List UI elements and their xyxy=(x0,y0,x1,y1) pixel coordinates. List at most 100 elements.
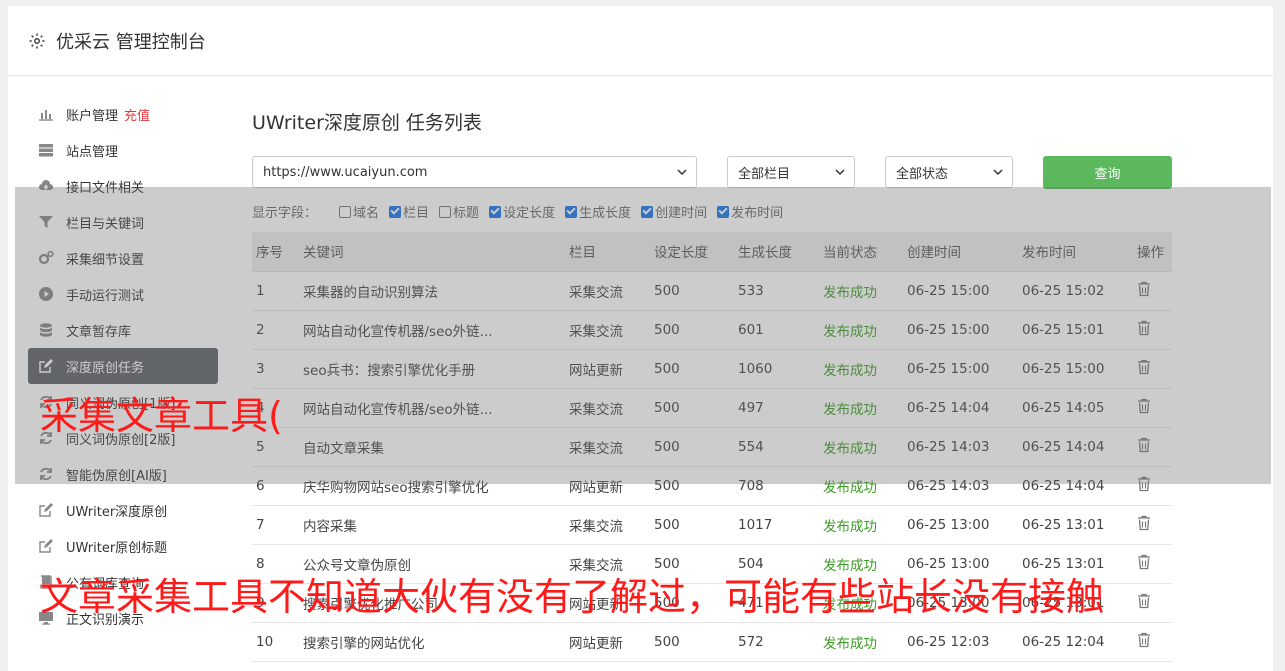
status-select[interactable]: 全部状态 xyxy=(885,156,1013,188)
checkbox-empty-icon[interactable] xyxy=(339,205,352,218)
table-cell: 06-25 14:03 xyxy=(903,427,1018,467)
trash-icon[interactable] xyxy=(1137,359,1151,379)
column-select[interactable]: 全部栏目 xyxy=(727,156,855,188)
sidebar-item-14[interactable]: 正文识别演示 xyxy=(28,600,218,636)
table-cell: 06-25 13:01 xyxy=(1018,583,1133,623)
table-cell: 6 xyxy=(252,466,299,506)
sidebar-item-5[interactable]: 手动运行测试 xyxy=(28,276,218,312)
checkbox-empty-icon[interactable] xyxy=(439,205,452,218)
delete-action[interactable] xyxy=(1133,427,1172,467)
table-cell: 601 xyxy=(734,310,819,350)
gears-icon xyxy=(38,250,54,266)
delete-action[interactable] xyxy=(1133,466,1172,506)
table-row: 1 采集器的自动识别算法 采集交流 500 533 发布成功 06-25 15:00 06-2… xyxy=(252,271,1172,311)
trash-icon[interactable] xyxy=(1137,398,1151,418)
field-checkbox[interactable]: 发布时间 xyxy=(717,202,783,221)
sidebar-item-label: 站点管理 xyxy=(66,144,119,160)
table-cell: 500 xyxy=(650,505,734,545)
sidebar-item-0[interactable]: 账户管理 充值 xyxy=(28,96,218,132)
table-cell: 06-25 13:01 xyxy=(1018,505,1133,545)
checkbox-checked-icon[interactable] xyxy=(389,205,402,218)
delete-action[interactable] xyxy=(1133,505,1172,545)
table-cell: 500 xyxy=(650,349,734,389)
table-cell: 500 xyxy=(650,388,734,428)
column-header: 创建时间 xyxy=(903,232,1018,272)
monitor-icon xyxy=(38,610,54,626)
delete-action[interactable] xyxy=(1133,583,1172,623)
field-checkbox[interactable]: 标题 xyxy=(439,202,479,221)
table-cell: 06-25 14:04 xyxy=(903,388,1018,428)
checkbox-checked-icon[interactable] xyxy=(717,205,730,218)
sidebar-item-3[interactable]: 栏目与关键词 xyxy=(28,204,218,240)
sidebar-item-label: 同义词伪原创[2版] xyxy=(66,432,176,448)
trash-icon[interactable] xyxy=(1137,554,1151,574)
edit-icon xyxy=(38,358,54,374)
field-checkbox-label: 创建时间 xyxy=(655,206,708,221)
trash-icon[interactable] xyxy=(1137,476,1151,496)
table-cell: 06-25 15:01 xyxy=(1018,310,1133,350)
sidebar-item-11[interactable]: UWriter深度原创 xyxy=(28,492,218,528)
table-cell: 采集交流 xyxy=(565,388,650,428)
sidebar-item-7[interactable]: 深度原创任务 xyxy=(28,348,218,384)
query-button[interactable]: 查询 xyxy=(1043,156,1172,189)
trash-icon[interactable] xyxy=(1137,437,1151,457)
checkbox-checked-icon[interactable] xyxy=(641,205,654,218)
sidebar-item-12[interactable]: UWriter原创标题 xyxy=(28,528,218,564)
table-cell: 4 xyxy=(252,388,299,428)
trash-icon[interactable] xyxy=(1137,320,1151,340)
gear-icon xyxy=(29,33,45,48)
delete-action[interactable] xyxy=(1133,622,1172,662)
table-cell: 572 xyxy=(734,622,819,662)
field-checkbox[interactable]: 栏目 xyxy=(389,202,429,221)
delete-action[interactable] xyxy=(1133,310,1172,350)
table-row: 6 庆华购物网站seo搜索引擎优化 网站更新 500 708 发布成功 06-25 14:0… xyxy=(252,466,1172,506)
sidebar-item-4[interactable]: 采集细节设置 xyxy=(28,240,218,276)
trash-icon[interactable] xyxy=(1137,281,1151,301)
sidebar-item-label: UWriter原创标题 xyxy=(66,540,168,556)
sidebar-item-9[interactable]: 同义词伪原创[2版] xyxy=(28,420,218,456)
chevron-down-icon xyxy=(835,169,845,176)
delete-action[interactable] xyxy=(1133,544,1172,584)
bar-chart-icon xyxy=(38,106,54,122)
table-cell: 发布成功 xyxy=(819,466,903,506)
edit-icon xyxy=(38,502,54,518)
play-icon xyxy=(38,286,54,302)
table-cell: 发布成功 xyxy=(819,388,903,428)
table-cell: 网站自动化宣传机器/seo外链... xyxy=(299,310,565,350)
table-cell: 内容采集 xyxy=(299,505,565,545)
sidebar-item-6[interactable]: 文章暂存库 xyxy=(28,312,218,348)
sidebar-item-label: 深度原创任务 xyxy=(66,360,145,376)
delete-action[interactable] xyxy=(1133,349,1172,389)
sidebar-item-8[interactable]: 同义词伪原创[1版] xyxy=(28,384,218,420)
trash-icon[interactable] xyxy=(1137,632,1151,652)
delete-action[interactable] xyxy=(1133,388,1172,428)
field-checkbox[interactable]: 生成长度 xyxy=(565,202,631,221)
recharge-link[interactable]: 充值 xyxy=(124,105,150,124)
field-checkbox[interactable]: 域名 xyxy=(339,202,379,221)
sidebar-item-2[interactable]: 接口文件相关 xyxy=(28,168,218,204)
table-cell: 网站更新 xyxy=(565,583,650,623)
table-cell: 自动文章采集 xyxy=(299,427,565,467)
display-fields: 显示字段： 域名 栏目 标题 设定长度 生成长度 创建时间 发布时间 xyxy=(252,202,793,221)
table-cell: 500 xyxy=(650,544,734,584)
table-cell: 500 xyxy=(650,622,734,662)
checkbox-checked-icon[interactable] xyxy=(489,205,502,218)
checkbox-checked-icon[interactable] xyxy=(565,205,578,218)
sidebar-item-10[interactable]: 智能伪原创[AI版] xyxy=(28,456,218,492)
trash-icon[interactable] xyxy=(1137,593,1151,613)
table-cell: 搜索引擎优化推广公司 xyxy=(299,583,565,623)
table-cell: 庆华购物网站seo搜索引擎优化 xyxy=(299,466,565,506)
table-cell: 发布成功 xyxy=(819,310,903,350)
trash-icon[interactable] xyxy=(1137,515,1151,535)
site-select[interactable]: https://www.ucaiyun.com xyxy=(252,156,697,188)
table-cell: 搜索引擎的网站优化 xyxy=(299,622,565,662)
field-checkbox[interactable]: 设定长度 xyxy=(489,202,555,221)
field-checkbox-label: 标题 xyxy=(453,206,480,221)
sidebar-item-13[interactable]: 公有词库查询 xyxy=(28,564,218,600)
delete-action[interactable] xyxy=(1133,271,1172,311)
sidebar-item-1[interactable]: 站点管理 xyxy=(28,132,218,168)
table-cell: 采集交流 xyxy=(565,271,650,311)
sidebar-item-label: 正文识别演示 xyxy=(66,612,145,628)
field-checkbox[interactable]: 创建时间 xyxy=(641,202,707,221)
main-panel: 账户管理 充值站点管理接口文件相关 栏目与关键词 采集细节设置 手动运行测试 文章暂存库深… xyxy=(8,76,1273,671)
